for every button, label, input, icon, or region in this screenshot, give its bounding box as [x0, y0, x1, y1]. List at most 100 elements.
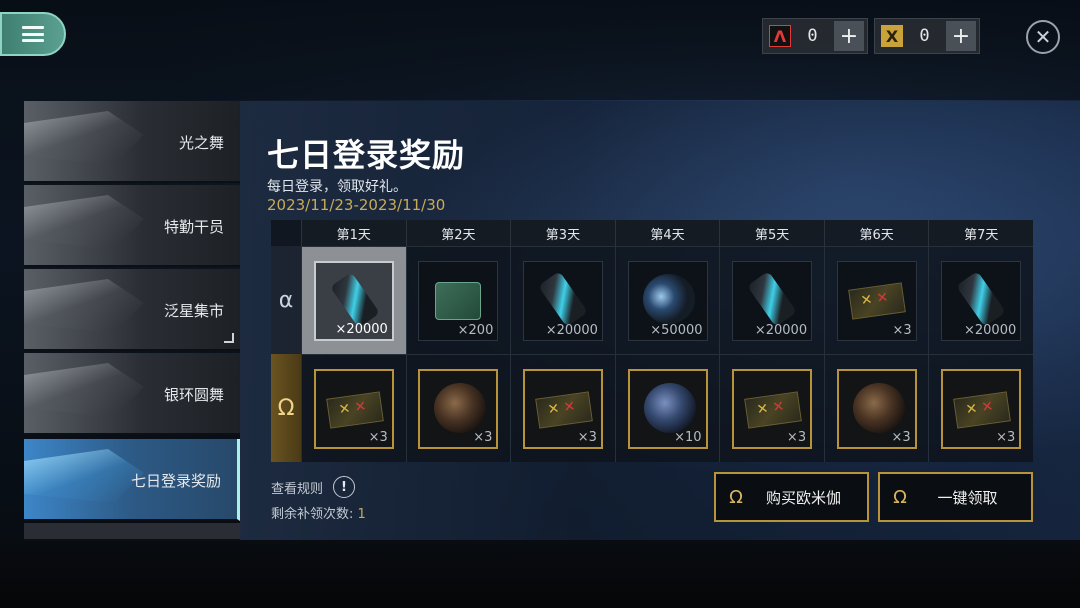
claim-all-label: 一键领取 [937, 488, 998, 507]
reward-quantity: ×50000 [650, 322, 703, 338]
currency-gold-display: X 0 + [874, 18, 980, 54]
sidebar-item-silver-ring-waltz[interactable]: 银环圆舞 [24, 353, 240, 435]
day-header: 第1天 [301, 220, 406, 246]
reward-item: ×3 [941, 368, 1022, 449]
event-subtitle: 每日登录，领取好礼。 [267, 179, 407, 195]
alpha-row-label: α [271, 246, 301, 354]
close-icon: ✕ [1034, 25, 1052, 49]
reward-cell[interactable]: ×20000 [928, 246, 1034, 354]
reward-item: ×200 [418, 260, 499, 341]
reward-cell[interactable]: ×20000 [510, 246, 615, 354]
sidebar-item-label: 银环圆舞 [163, 385, 224, 404]
alpha-reward-row: ×20000 ×200 ×20000 ×50000 ×20000 ×3 ×200… [301, 246, 1034, 354]
currency-red-display: Λ 0 + [762, 18, 868, 54]
sidebar-item-star-market[interactable]: 泛星集市 [24, 269, 240, 351]
claim-all-button[interactable]: Ω 一键领取 [878, 472, 1033, 522]
sidebar-item-partial[interactable] [24, 523, 240, 541]
reward-quantity: ×3 [473, 429, 493, 445]
buy-omega-button[interactable]: Ω 购买欧米伽 [714, 472, 869, 522]
reward-item: ×20000 [941, 260, 1022, 341]
reward-cell[interactable]: ×3 [928, 354, 1034, 462]
sidebar-item-special-agent[interactable]: 特勤干员 [24, 185, 240, 267]
day-header: 第6天 [823, 220, 929, 246]
add-gold-currency-button[interactable]: + [946, 21, 976, 51]
omega-row-label: Ω [271, 354, 301, 462]
reward-cell[interactable]: ×3 [301, 354, 406, 462]
reward-cell[interactable]: ×20000 [301, 246, 406, 354]
reward-item: ×20000 [732, 260, 813, 341]
hamburger-icon [22, 26, 44, 42]
sidebar-item-dance-of-light[interactable]: 光之舞 [24, 101, 240, 183]
view-rules-link[interactable]: 查看规则 [271, 478, 323, 497]
reward-item: ×3 [836, 260, 917, 341]
card-icon [435, 281, 482, 320]
reward-cell[interactable]: ×3 [405, 354, 511, 462]
ship-thumbnail [24, 111, 144, 165]
omega-reward-row: ×3 ×3 ×3 ×10 ×3 ×3 ×3 [301, 354, 1034, 462]
gold-x-token-icon: X [881, 25, 903, 47]
sidebar-item-label: 光之舞 [178, 133, 224, 152]
ship-thumbnail [24, 449, 144, 503]
remaining-makeup-count: 剩余补领次数: 1 [271, 503, 366, 522]
day-header-row: 第1天 第2天 第3天 第4天 第5天 第6天 第7天 [301, 220, 1034, 246]
canister-icon [329, 271, 380, 328]
sidebar-item-seven-day-login[interactable]: 七日登录奖励 [24, 439, 240, 521]
sidebar-item-label: 七日登录奖励 [130, 471, 221, 490]
reward-quantity: ×10 [674, 429, 702, 445]
event-sidebar: 光之舞 特勤干员 泛星集市 银环圆舞 七日登录奖励 [24, 101, 240, 541]
add-red-currency-button[interactable]: + [834, 21, 864, 51]
reward-item: ×3 [418, 368, 499, 449]
omega-icon: Ω [893, 486, 907, 508]
omega-icon: Ω [729, 486, 743, 508]
reward-quantity: ×200 [457, 322, 494, 338]
reward-cell[interactable]: ×200 [405, 246, 511, 354]
reward-quantity: ×20000 [754, 322, 808, 338]
reward-quantity: ×3 [786, 429, 807, 445]
reward-cell[interactable]: ×3 [823, 246, 929, 354]
menu-button[interactable] [0, 12, 66, 56]
orb-icon [434, 382, 487, 433]
reward-item: ×3 [313, 368, 394, 449]
reward-item: ×3 [836, 368, 917, 449]
currency-red-value: 0 [807, 26, 818, 46]
day-header: 第2天 [405, 220, 511, 246]
remaining-count-value: 1 [357, 507, 366, 522]
reward-cell[interactable]: ×3 [823, 354, 929, 462]
ship-thumbnail [24, 195, 144, 249]
reward-item: ×20000 [313, 260, 394, 341]
corner-marker-icon [224, 333, 234, 343]
reward-item: ×3 [732, 368, 813, 449]
day-header: 第3天 [510, 220, 615, 246]
reward-quantity: ×3 [368, 429, 388, 445]
cylinder-icon [642, 273, 695, 324]
info-icon[interactable]: ! [333, 476, 355, 498]
red-a-token-icon: Λ [769, 25, 791, 47]
currency-gold-value: 0 [919, 26, 930, 46]
close-button[interactable]: ✕ [1026, 20, 1060, 54]
day-header: 第5天 [719, 220, 824, 246]
reward-quantity: ×20000 [545, 322, 598, 338]
reward-item: ×3 [522, 368, 603, 449]
ship-thumbnail [24, 363, 144, 417]
reward-quantity: ×3 [891, 429, 911, 445]
event-date-range: 2023/11/23-2023/11/30 [267, 196, 446, 214]
day-header: 第4天 [614, 220, 720, 246]
sidebar-item-label: 特勤干员 [163, 217, 224, 236]
canister-icon [956, 270, 1007, 327]
orb-icon [852, 382, 905, 433]
reward-item: ×50000 [627, 260, 708, 341]
reward-cell[interactable]: ×50000 [614, 246, 720, 354]
ticket-icon [847, 281, 906, 320]
reward-quantity: ×20000 [964, 322, 1017, 338]
day-header: 第7天 [928, 220, 1034, 246]
reward-cell[interactable]: ×3 [510, 354, 615, 462]
reward-cell[interactable]: ×10 [614, 354, 720, 462]
reward-item: ×20000 [522, 260, 603, 341]
canister-icon [747, 270, 798, 327]
sidebar-item-label: 泛星集市 [163, 301, 224, 320]
ship-thumbnail [24, 279, 144, 333]
reward-cell[interactable]: ×20000 [719, 246, 824, 354]
remaining-label: 剩余补领次数: [271, 507, 358, 522]
reward-cell[interactable]: ×3 [719, 354, 824, 462]
ticket-icon [325, 390, 384, 429]
